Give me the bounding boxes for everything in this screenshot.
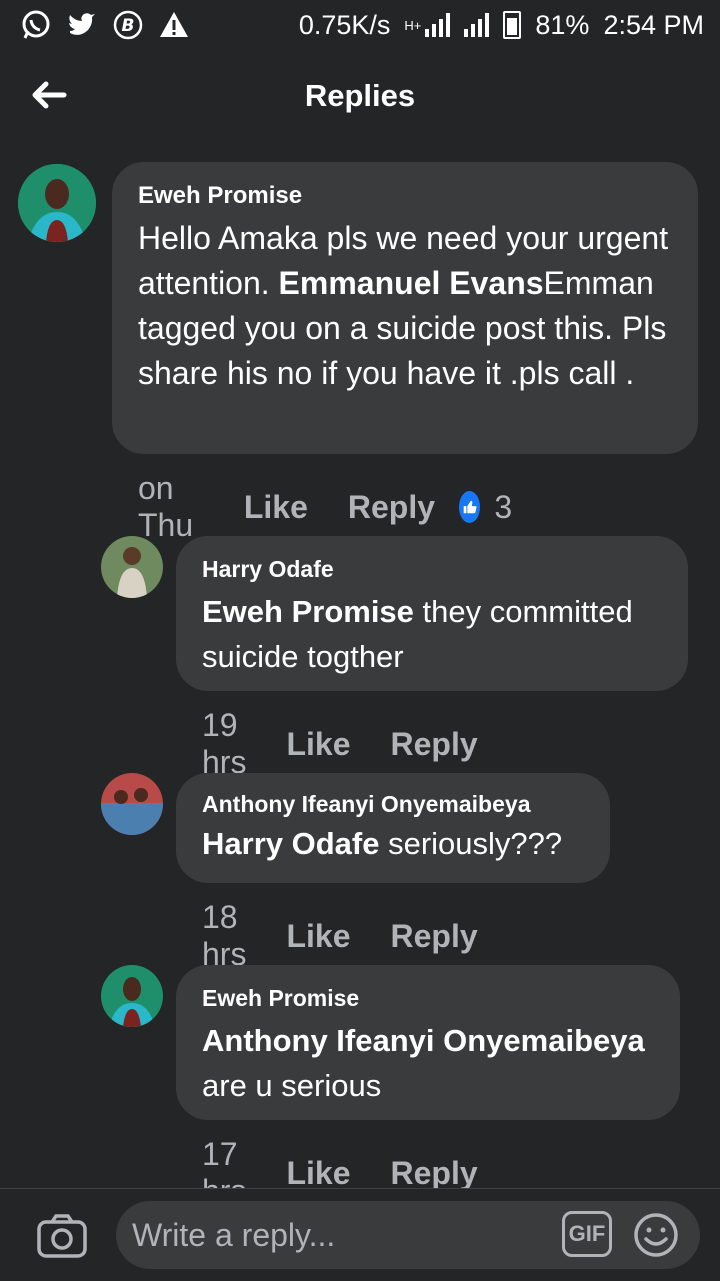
mention[interactable]: Harry Odafe <box>202 826 379 861</box>
status-bar: B 0.75K/s H+ 81% 2:54 PM <box>0 0 720 50</box>
comment-text: Hello Amaka pls we need your urgent atte… <box>138 220 669 391</box>
comment-actions: 18 hrs Like Reply <box>202 899 518 973</box>
reply-button[interactable]: Reply <box>390 1155 477 1192</box>
avatar[interactable] <box>18 164 96 242</box>
reply-input[interactable]: Write a reply... GIF <box>116 1201 700 1269</box>
signal-icon <box>425 13 451 37</box>
twitter-icon <box>66 9 98 41</box>
reply-button[interactable]: Reply <box>348 489 435 526</box>
comment-text: Eweh Promise they committed suicide togt… <box>202 594 633 674</box>
like-button[interactable]: Like <box>286 918 350 955</box>
header: Replies <box>0 62 720 132</box>
comment-author[interactable]: Harry Odafe <box>202 556 662 583</box>
comment-author[interactable]: Anthony Ifeanyi Onyemaibeya <box>202 791 584 818</box>
like-button[interactable]: Like <box>286 726 350 763</box>
comment-author[interactable]: Eweh Promise <box>138 182 672 210</box>
comment-bubble[interactable]: Eweh Promise Anthony Ifeanyi Onyemaibeya… <box>176 965 680 1120</box>
battery-level: 81% <box>535 9 590 40</box>
avatar[interactable] <box>101 965 163 1027</box>
comment-bubble[interactable]: Anthony Ifeanyi Onyemaibeya Harry Odafe … <box>176 773 610 883</box>
comment-actions: on Thu Like Reply 3 <box>138 470 512 544</box>
emoji-icon[interactable] <box>632 1211 680 1259</box>
like-button[interactable]: Like <box>286 1155 350 1192</box>
whatsapp-icon <box>20 9 52 41</box>
comment-bubble[interactable]: Harry Odafe Eweh Promise they committed … <box>176 536 688 691</box>
network-type: H+ <box>404 17 422 33</box>
comment-author[interactable]: Eweh Promise <box>202 985 654 1012</box>
comment-text: Anthony Ifeanyi Onyemaibeya are u seriou… <box>202 1023 645 1103</box>
b-icon: B <box>112 9 144 41</box>
reply-composer: Write a reply... GIF <box>0 1188 720 1281</box>
reply-placeholder: Write a reply... <box>132 1217 336 1253</box>
signal-icon-2 <box>464 13 490 37</box>
mention[interactable]: Anthony Ifeanyi Onyemaibeya <box>202 1023 645 1058</box>
reply-button[interactable]: Reply <box>390 726 477 763</box>
thumbs-up-icon <box>459 491 481 523</box>
reply-button[interactable]: Reply <box>390 918 477 955</box>
avatar[interactable] <box>101 773 163 835</box>
comment-text: Harry Odafe seriously??? <box>202 826 563 861</box>
svg-text:B: B <box>122 16 135 36</box>
mention[interactable]: Eweh Promise <box>202 594 414 629</box>
like-button[interactable]: Like <box>244 489 308 526</box>
camera-icon[interactable] <box>36 1213 88 1259</box>
mention[interactable]: Emmanuel Evans <box>279 265 544 301</box>
timestamp: 18 hrs <box>202 899 247 972</box>
warning-icon <box>158 9 190 41</box>
reaction-count[interactable]: 3 <box>494 489 512 526</box>
gif-button[interactable]: GIF <box>562 1211 612 1257</box>
avatar[interactable] <box>101 536 163 598</box>
comment-bubble[interactable]: Eweh Promise Hello Amaka pls we need you… <box>112 162 698 454</box>
timestamp: on Thu <box>138 470 194 543</box>
page-title: Replies <box>304 78 416 113</box>
clock: 2:54 PM <box>603 9 704 40</box>
timestamp: 19 hrs <box>202 707 247 780</box>
battery-icon <box>503 11 522 39</box>
comment-actions: 19 hrs Like Reply <box>202 707 518 781</box>
network-speed: 0.75K/s <box>298 9 391 40</box>
